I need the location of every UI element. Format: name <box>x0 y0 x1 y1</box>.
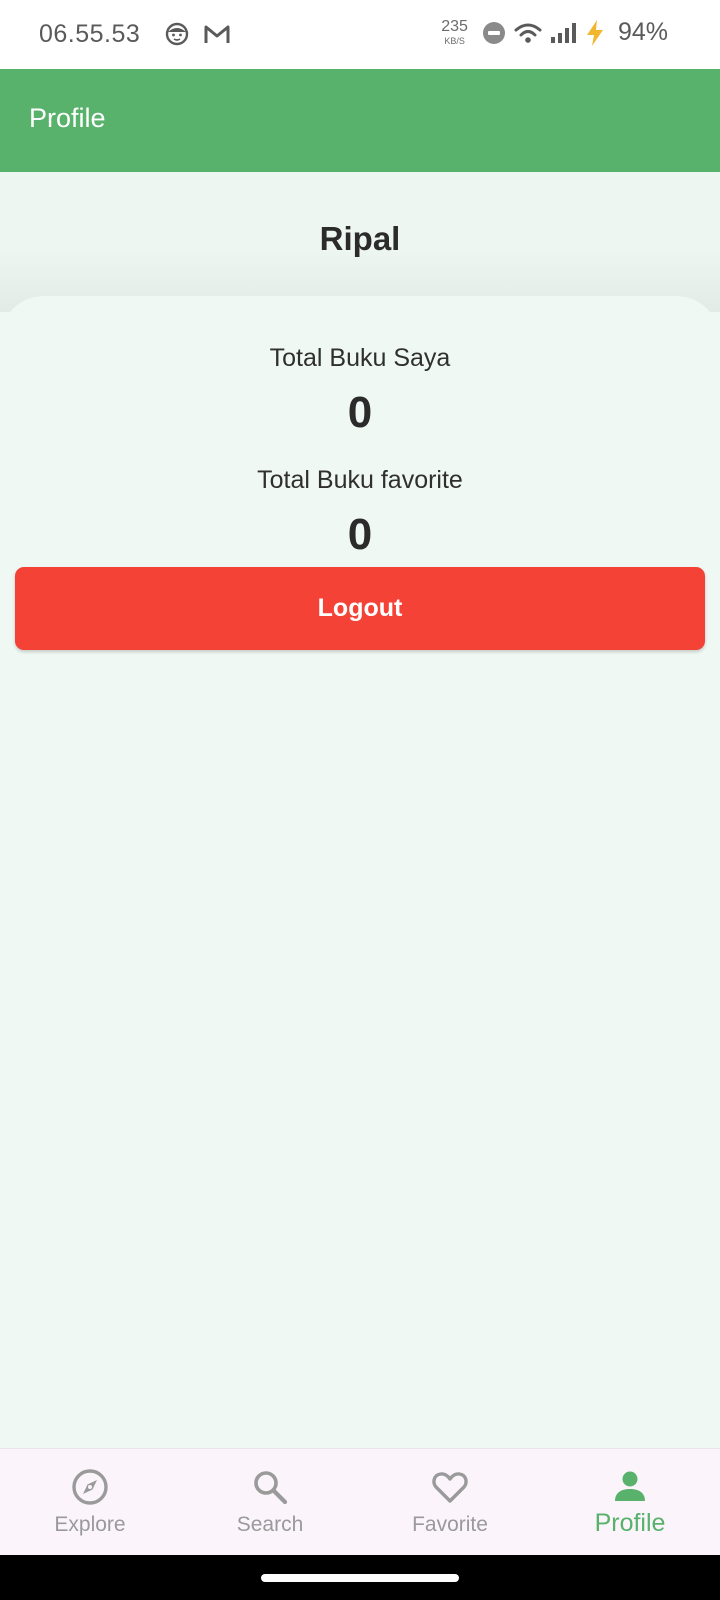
stat-value-my-books: 0 <box>347 388 373 437</box>
heart-icon <box>432 1472 468 1503</box>
stat-label-my-books: Total Buku Saya <box>269 344 451 372</box>
nav-item-favorite[interactable]: Favorite <box>360 1449 540 1556</box>
user-name: Ripal <box>319 220 401 257</box>
stat-label-favorite-books: Total Buku favorite <box>257 466 463 494</box>
profile-card: Total Buku Saya 0 Total Buku favorite 0 <box>0 296 720 1448</box>
dnd-icon <box>482 21 505 44</box>
status-system-icons: 235 KB/S 94% <box>441 18 668 47</box>
status-bar: 06.55.53 235 KB/S 94% <box>0 0 720 69</box>
logout-button[interactable]: Logout <box>15 567 705 650</box>
face-icon <box>165 22 189 46</box>
page-title: Profile <box>29 103 106 133</box>
status-notification-icons <box>165 22 231 46</box>
bottom-navigation: Explore Search Favorite Profile <box>0 1448 720 1556</box>
stat-value-favorite-books: 0 <box>347 510 373 559</box>
nav-label-explore: Explore <box>54 1513 126 1536</box>
nav-label-search: Search <box>236 1513 304 1536</box>
search-icon <box>254 1471 288 1505</box>
app-bar: Profile <box>0 69 720 172</box>
compass-icon <box>72 1469 108 1505</box>
status-time: 06.55.53 <box>39 20 141 48</box>
signal-icon <box>550 22 576 43</box>
nav-label-favorite: Favorite <box>412 1513 488 1536</box>
system-navigation-bar <box>0 1555 720 1600</box>
profile-header: Ripal <box>0 172 720 312</box>
nav-item-profile[interactable]: Profile <box>540 1449 720 1556</box>
network-speed-unit: KB/S <box>444 36 465 46</box>
network-speed: 235 KB/S <box>441 19 468 46</box>
gmail-icon <box>204 25 230 43</box>
wifi-icon <box>514 23 542 43</box>
charging-icon <box>586 19 603 46</box>
network-speed-value: 235 <box>441 18 468 35</box>
nav-item-search[interactable]: Search <box>180 1449 360 1556</box>
nav-item-explore[interactable]: Explore <box>0 1449 180 1556</box>
person-icon <box>615 1471 645 1501</box>
battery-percentage: 94% <box>617 18 668 46</box>
nav-label-profile: Profile <box>594 1509 666 1537</box>
home-indicator[interactable] <box>261 1574 459 1582</box>
